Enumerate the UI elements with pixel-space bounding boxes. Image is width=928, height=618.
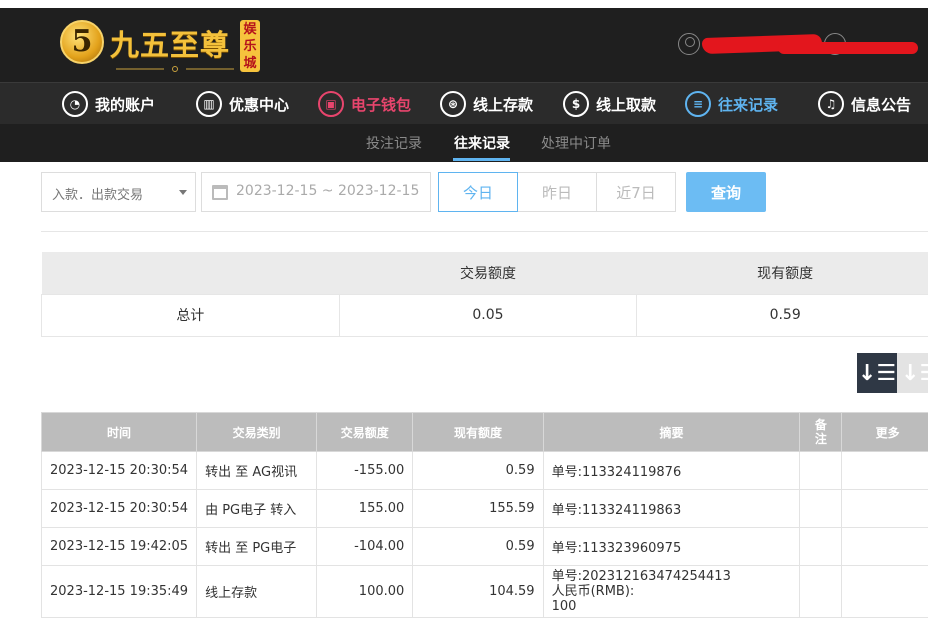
- site-logo[interactable]: 5 九五至尊 娱乐城: [58, 16, 264, 76]
- row-time: 2023-12-15 19:35:49: [42, 566, 197, 618]
- row-summary-line: 100: [552, 599, 792, 614]
- bell-icon: ♫: [818, 91, 844, 117]
- divider: [41, 231, 928, 232]
- row-summary-line: 单号:202312163474254413: [552, 569, 792, 584]
- user-icon: ◔: [62, 91, 88, 117]
- logo-coin-icon: 5: [60, 20, 104, 64]
- row-summary: 单号:113324119863: [543, 490, 800, 528]
- row-balance: 104.59: [413, 566, 543, 618]
- transaction-type-select[interactable]: 入款．出款交易: [41, 172, 196, 212]
- query-button[interactable]: 查询: [686, 172, 766, 212]
- nav-promotions[interactable]: ▥优惠中心: [196, 89, 289, 119]
- sort-descending-icon[interactable]: ↓☰: [857, 353, 897, 393]
- date-range-value: 2023-12-15 ~ 2023-12-15: [236, 183, 419, 199]
- calendar-icon: [212, 185, 228, 200]
- main-nav: ◔我的账户 ▥优惠中心 ▣电子钱包 ⊛线上存款 $线上取款 ≡往来记录 ♫信息公…: [0, 82, 928, 124]
- top-strip: [0, 0, 928, 8]
- redacted-balance: [778, 42, 918, 54]
- col-summary: 摘要: [543, 413, 800, 452]
- logo-badge: 娱乐城: [240, 20, 260, 72]
- summary-table: 交易额度 现有额度 总计 0.05 0.59: [41, 252, 928, 337]
- transaction-type-value: 入款．出款交易: [52, 188, 143, 203]
- last-7-days-button[interactable]: 近7日: [597, 172, 676, 212]
- row-summary: 单号:113323960975: [543, 528, 800, 566]
- row-time: 2023-12-15 20:30:54: [42, 490, 197, 528]
- transaction-header-row: 时间 交易类别 交易额度 现有额度 摘要 备注 更多: [42, 413, 928, 452]
- row-note: [800, 528, 842, 566]
- row-note: [800, 490, 842, 528]
- gift-icon: ▥: [196, 91, 222, 117]
- logo-text: 九五至尊: [110, 22, 230, 64]
- user-area: [678, 33, 928, 57]
- row-type: 由 PG电子 转入: [197, 490, 317, 528]
- yesterday-button[interactable]: 昨日: [518, 172, 597, 212]
- row-summary-line: 人民币(RMB):: [552, 584, 792, 599]
- col-amount: 交易额度: [317, 413, 413, 452]
- row-more[interactable]: [842, 452, 928, 490]
- chevron-down-icon: [179, 190, 187, 195]
- col-type: 交易类别: [197, 413, 317, 452]
- row-time: 2023-12-15 20:30:54: [42, 452, 197, 490]
- row-summary: 单号:202312163474254413 人民币(RMB): 100: [543, 566, 800, 618]
- transaction-table: 时间 交易类别 交易额度 现有额度 摘要 备注 更多 2023-12-15 20…: [41, 412, 928, 618]
- row-type: 转出 至 AG视讯: [197, 452, 317, 490]
- summary-total-balance: 0.59: [637, 294, 928, 336]
- col-note: 备注: [800, 413, 842, 452]
- user-avatar-icon[interactable]: [678, 33, 700, 55]
- row-type: 线上存款: [197, 566, 317, 618]
- row-amount: -104.00: [317, 528, 413, 566]
- tab-bet-records[interactable]: 投注记录: [366, 133, 422, 153]
- summary-total-row: 总计 0.05 0.59: [42, 294, 928, 336]
- row-more[interactable]: [842, 566, 928, 618]
- row-time: 2023-12-15 19:42:05: [42, 528, 197, 566]
- row-summary: 单号:113324119876: [543, 452, 800, 490]
- table-row: 2023-12-15 19:35:49 线上存款 100.00 104.59 单…: [42, 566, 928, 618]
- sub-nav: 投注记录 往来记录 处理中订单: [0, 124, 928, 162]
- row-amount: 100.00: [317, 566, 413, 618]
- nav-online-withdraw[interactable]: $线上取款: [563, 89, 656, 119]
- site-header: 5 九五至尊 娱乐城: [0, 8, 928, 82]
- table-row: 2023-12-15 20:30:54 由 PG电子 转入 155.00 155…: [42, 490, 928, 528]
- row-note: [800, 452, 842, 490]
- summary-header-balance: 现有额度: [637, 252, 928, 294]
- deposit-icon: ⊛: [440, 91, 466, 117]
- summary-header-blank: [42, 252, 340, 294]
- logo-ornament-icon: [116, 66, 234, 72]
- nav-announcements[interactable]: ♫信息公告: [818, 89, 911, 119]
- row-balance: 155.59: [413, 490, 543, 528]
- tab-pending-orders[interactable]: 处理中订单: [541, 133, 611, 153]
- col-more: 更多: [842, 413, 928, 452]
- summary-total-amount: 0.05: [339, 294, 637, 336]
- tab-transaction-records[interactable]: 往来记录: [454, 133, 510, 153]
- date-range-input[interactable]: 2023-12-15 ~ 2023-12-15: [201, 172, 431, 212]
- nav-e-wallet[interactable]: ▣电子钱包: [318, 89, 411, 119]
- summary-total-label: 总计: [42, 294, 340, 336]
- row-amount: -155.00: [317, 452, 413, 490]
- summary-header-amount: 交易额度: [339, 252, 637, 294]
- row-balance: 0.59: [413, 452, 543, 490]
- row-balance: 0.59: [413, 528, 543, 566]
- period-button-group: 今日 昨日 近7日: [438, 172, 676, 212]
- wallet-icon: ▣: [318, 91, 344, 117]
- row-note: [800, 566, 842, 618]
- today-button[interactable]: 今日: [438, 172, 518, 212]
- withdraw-icon: $: [563, 91, 589, 117]
- nav-online-deposit[interactable]: ⊛线上存款: [440, 89, 533, 119]
- row-more[interactable]: [842, 490, 928, 528]
- col-balance: 现有额度: [413, 413, 543, 452]
- summary-header-row: 交易额度 现有额度: [42, 252, 928, 294]
- row-more[interactable]: [842, 528, 928, 566]
- records-icon: ≡: [685, 91, 711, 117]
- col-time: 时间: [42, 413, 197, 452]
- row-type: 转出 至 PG电子: [197, 528, 317, 566]
- active-tab-indicator: [453, 158, 510, 161]
- nav-my-account[interactable]: ◔我的账户: [62, 89, 155, 119]
- row-amount: 155.00: [317, 490, 413, 528]
- sort-ascending-icon[interactable]: ↓☰: [897, 353, 928, 393]
- table-row: 2023-12-15 19:42:05 转出 至 PG电子 -104.00 0.…: [42, 528, 928, 566]
- nav-records[interactable]: ≡往来记录: [685, 89, 778, 119]
- table-row: 2023-12-15 20:30:54 转出 至 AG视讯 -155.00 0.…: [42, 452, 928, 490]
